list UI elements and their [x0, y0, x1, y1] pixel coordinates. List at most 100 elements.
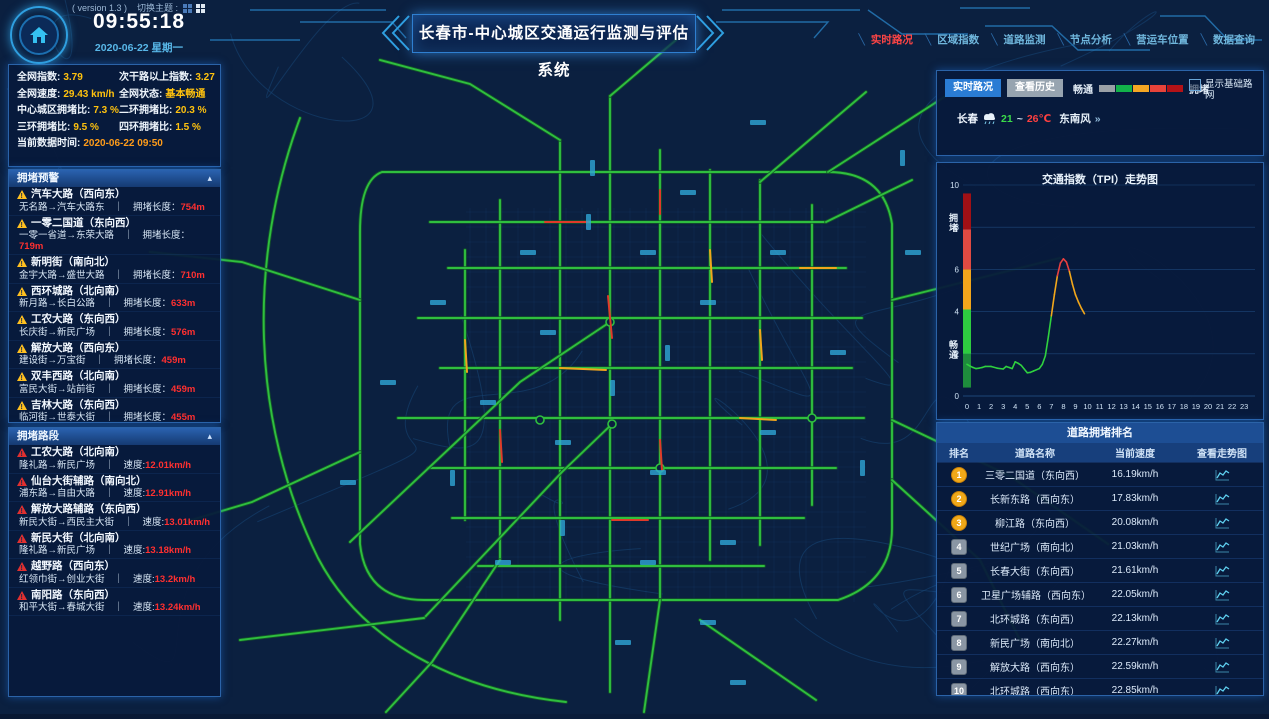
trend-chart-icon[interactable] — [1215, 469, 1230, 481]
trend-chart-icon[interactable] — [1215, 613, 1230, 625]
svg-text:畅通: 畅通 — [949, 339, 958, 360]
list-item[interactable]: 越野路（西向东）红领巾街→创业大街 ｜ 速度:13.2km/h — [9, 559, 220, 588]
nav-item-4[interactable]: 节点分析 — [1054, 30, 1116, 49]
table-row[interactable]: 4世纪广场（南向北）21.03km/h — [937, 534, 1263, 558]
nav-item-2[interactable]: 区域指数 — [921, 30, 983, 49]
table-row[interactable]: 6卫星广场辅路（西向东）22.05km/h — [937, 582, 1263, 606]
list-item[interactable]: 汽车大路（西向东）无名路→汽车大路东 ｜ 拥堵长度：754m — [9, 187, 220, 216]
trend-chart-icon[interactable] — [1215, 541, 1230, 553]
stat-value: 7.3 % — [93, 105, 119, 116]
svg-text:19: 19 — [1192, 402, 1200, 411]
list-item[interactable]: 吉林大路（东向西）临河街→世泰大街 ｜ 拥堵长度：455m — [9, 398, 220, 424]
list-item[interactable]: 解放大路（西向东）建设街→万宝街 ｜ 拥堵长度：459m — [9, 341, 220, 370]
tpi-chart-canvas[interactable]: 0246810拥堵畅通01234567891011121314151617181… — [937, 163, 1263, 419]
nav-item-1[interactable]: 实时路况 — [855, 30, 917, 49]
stat-4: 全网状态:基本畅通 — [119, 89, 220, 101]
table-row[interactable]: 10北环城路（西向东）22.85km/h — [937, 678, 1263, 696]
alert-yellow-icon — [17, 401, 27, 410]
weather-more-link[interactable]: » — [1095, 113, 1101, 125]
table-row[interactable]: 7北环城路（东向西）22.13km/h — [937, 606, 1263, 630]
trend-chart-icon[interactable] — [1215, 661, 1230, 673]
list-item[interactable]: 工农大路（北向南）隆礼路→新民广场 ｜ 速度:12.01km/h — [9, 445, 220, 474]
table-row[interactable]: 2长新东路（西向东）17.83km/h — [937, 486, 1263, 510]
road-segment: 富民大街→站前街 ｜ 拥堵长度： — [19, 384, 171, 395]
trend-chart-icon[interactable] — [1215, 493, 1230, 505]
alert-yellow-icon — [17, 372, 27, 381]
stat-value: 29.43 km/h — [63, 89, 114, 100]
list-item[interactable]: 工农大路（东向西）长庆街→新民广场 ｜ 拥堵长度：576m — [9, 312, 220, 341]
rank-badge: 6 — [951, 587, 967, 603]
tab-history[interactable]: 查看历史 — [1007, 79, 1063, 97]
svg-text:9: 9 — [1073, 402, 1077, 411]
stat-value: 3.27 — [195, 72, 214, 83]
table-row[interactable]: 8新民广场（南向北）22.27km/h — [937, 630, 1263, 654]
weather-icon — [982, 112, 997, 125]
basemap-toggle[interactable]: 显示基础路网 — [1189, 79, 1255, 101]
road-segment: 建设街→万宝街 ｜ 拥堵长度： — [19, 355, 162, 366]
svg-text:17: 17 — [1168, 402, 1176, 411]
table-row[interactable]: 9解放大路（西向东）22.59km/h — [937, 654, 1263, 678]
rank-badge: 1 — [951, 467, 967, 483]
road-segment: 和平大街→春城大街 ｜ 速度: — [19, 602, 155, 613]
congested-panel-title: 拥堵路段 — [17, 428, 59, 445]
trend-chart-icon[interactable] — [1215, 637, 1230, 649]
svg-text:20: 20 — [1204, 402, 1212, 411]
main-nav: 实时路况区域指数道路监测节点分析营运车位置数据查询 — [855, 30, 1259, 49]
nav-item-5[interactable]: 营运车位置 — [1120, 30, 1193, 49]
svg-text:2: 2 — [989, 402, 993, 411]
list-item[interactable]: 新民大街（北向南）隆礼路→新民广场 ｜ 速度:13.18km/h — [9, 531, 220, 560]
stat-value: 1.5 % — [175, 122, 201, 133]
road-name: 三零二国道（东向西） — [981, 467, 1089, 482]
svg-text:6: 6 — [955, 265, 960, 274]
metric-value: 13.2km/h — [155, 574, 196, 585]
road-name: 新民大街（北向南） — [31, 533, 126, 545]
svg-text:11: 11 — [1096, 402, 1104, 411]
metric-value: 576m — [171, 327, 195, 338]
list-item[interactable]: 解放大路辅路（东向西）新民大街→西民主大街 ｜ 速度:13.01km/h — [9, 502, 220, 531]
theme-swatch-light-icon[interactable] — [196, 4, 205, 13]
road-name: 一零二国道（东向西） — [31, 218, 136, 230]
current-speed: 22.85km/h — [1089, 685, 1181, 696]
ranking-header-row: 排名 道路名称 当前速度 查看走势图 — [937, 443, 1263, 462]
road-name: 解放大路（西向东） — [981, 659, 1089, 674]
list-item[interactable]: 仙台大街辅路（南向北）浦东路→自由大路 ｜ 速度:12.91km/h — [9, 474, 220, 503]
trend-chart-icon[interactable] — [1215, 517, 1230, 529]
weather-city: 长春 — [957, 111, 978, 126]
table-row[interactable]: 3柳江路（东向西）20.08km/h — [937, 510, 1263, 534]
list-item[interactable]: 西环城路（北向南）新月路→长白公路 ｜ 拥堵长度：633m — [9, 284, 220, 313]
table-row[interactable]: 5长春大街（东向西）21.61km/h — [937, 558, 1263, 582]
road-name: 工农大路（北向南） — [31, 447, 126, 459]
basemap-checkbox[interactable] — [1189, 79, 1201, 91]
svg-text:23: 23 — [1240, 402, 1248, 411]
road-segment: 隆礼路→新民广场 ｜ 速度: — [19, 460, 145, 471]
collapse-icon[interactable]: ▴ — [207, 428, 212, 445]
road-name: 解放大路（西向东） — [31, 343, 126, 355]
svg-text:13: 13 — [1119, 402, 1127, 411]
road-name: 工农大路（东向西） — [31, 314, 126, 326]
list-item[interactable]: 南阳路（东向西）和平大街→春城大街 ｜ 速度:13.24km/h — [9, 588, 220, 617]
svg-text:4: 4 — [955, 308, 960, 317]
collapse-icon[interactable]: ▴ — [207, 170, 212, 187]
table-row[interactable]: 1三零二国道（东向西）16.19km/h — [937, 462, 1263, 486]
nav-item-6[interactable]: 数据查询 — [1197, 30, 1259, 49]
current-speed: 22.13km/h — [1089, 613, 1181, 624]
trend-chart-icon[interactable] — [1215, 565, 1230, 577]
rank-badge: 10 — [951, 683, 967, 697]
stat-9: 当前数据时间:2020-06-22 09:50 — [17, 138, 220, 150]
trend-chart-icon[interactable] — [1215, 589, 1230, 601]
home-button[interactable] — [10, 6, 68, 64]
list-item[interactable]: 新明街（南向北）金宇大路→盛世大路 ｜ 拥堵长度：710m — [9, 255, 220, 284]
svg-text:15: 15 — [1144, 402, 1152, 411]
road-name: 柳江路（东向西） — [981, 515, 1089, 530]
trend-chart-icon[interactable] — [1215, 685, 1230, 697]
col-speed: 当前速度 — [1089, 445, 1181, 460]
list-item[interactable]: 双丰西路（北向南）富民大街→站前街 ｜ 拥堵长度：459m — [9, 369, 220, 398]
stat-2: 次干路以上指数:3.27 — [119, 72, 220, 84]
ranking-panel: 道路拥堵排名 排名 道路名称 当前速度 查看走势图 1三零二国道（东向西）16.… — [936, 422, 1264, 696]
list-item[interactable]: 一零二国道（东向西）一零一省道→东荣大路 ｜ 拥堵长度：719m — [9, 216, 220, 256]
rank-badge: 5 — [951, 563, 967, 579]
tab-realtime[interactable]: 实时路况 — [945, 79, 1001, 97]
svg-text:14: 14 — [1132, 402, 1140, 411]
road-name: 吉林大路（东向西） — [31, 400, 126, 412]
nav-item-3[interactable]: 道路监测 — [987, 30, 1049, 49]
